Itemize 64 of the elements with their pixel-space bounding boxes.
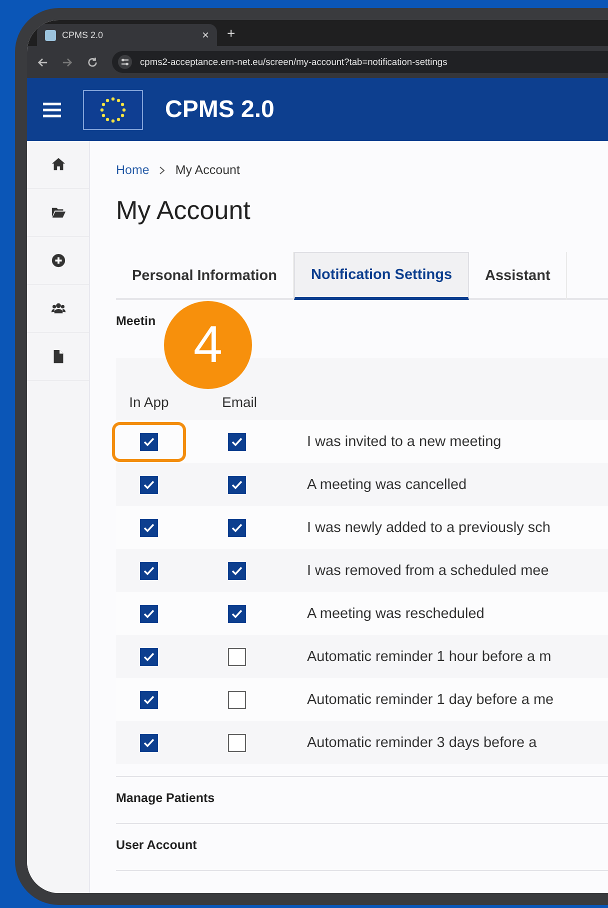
check-icon bbox=[143, 436, 155, 446]
in-app-checkbox[interactable] bbox=[140, 648, 158, 666]
back-icon[interactable] bbox=[37, 56, 48, 68]
home-icon[interactable] bbox=[50, 157, 66, 172]
notification-label: I was removed from a scheduled mee bbox=[307, 562, 549, 578]
check-icon bbox=[143, 608, 155, 618]
notification-label: Automatic reminder 1 day before a me bbox=[307, 692, 554, 708]
check-icon bbox=[231, 436, 243, 446]
email-checkbox[interactable] bbox=[228, 648, 246, 666]
chevron-icon bbox=[159, 166, 166, 174]
in-app-checkbox[interactable] bbox=[140, 604, 158, 622]
notification-label: Automatic reminder 1 hour before a m bbox=[307, 648, 552, 664]
new-tab-button[interactable]: + bbox=[227, 25, 236, 41]
column-header: In App bbox=[128, 394, 170, 410]
forward-icon[interactable] bbox=[62, 56, 73, 68]
email-checkbox[interactable] bbox=[228, 734, 246, 752]
email-checkbox[interactable] bbox=[228, 690, 246, 708]
check-icon bbox=[231, 608, 243, 618]
browser-tab[interactable]: CPMS 2.0 × bbox=[37, 24, 217, 46]
tune-icon[interactable] bbox=[118, 55, 132, 69]
check-icon bbox=[143, 652, 155, 662]
folder-icon[interactable] bbox=[50, 205, 66, 220]
check-icon bbox=[143, 522, 155, 532]
email-checkbox[interactable] bbox=[228, 562, 246, 580]
check-icon bbox=[143, 694, 155, 704]
email-checkbox[interactable] bbox=[228, 432, 246, 450]
check-icon bbox=[143, 738, 155, 748]
users-icon[interactable] bbox=[50, 301, 66, 316]
email-checkbox[interactable] bbox=[228, 476, 246, 494]
favicon-icon bbox=[45, 30, 56, 40]
check-icon bbox=[231, 480, 243, 490]
page-title: My Account bbox=[116, 195, 252, 226]
app-title: CPMS 2.0 bbox=[165, 96, 274, 124]
breadcrumb-current: My Account bbox=[175, 163, 240, 177]
menu-icon[interactable] bbox=[43, 102, 61, 118]
notification-label: I was newly added to a previously sch bbox=[307, 520, 550, 536]
in-app-checkbox[interactable] bbox=[140, 432, 158, 450]
check-icon bbox=[143, 480, 155, 490]
step-badge: 4 bbox=[164, 301, 252, 389]
column-header: Email bbox=[222, 394, 258, 410]
eu-flag-logo bbox=[83, 90, 143, 130]
check-icon bbox=[143, 566, 155, 576]
breadcrumb-link[interactable]: Home bbox=[116, 163, 150, 177]
in-app-checkbox[interactable] bbox=[140, 562, 158, 580]
section-title[interactable]: Manage Patients bbox=[116, 791, 215, 805]
email-checkbox[interactable] bbox=[228, 518, 246, 536]
email-checkbox[interactable] bbox=[228, 604, 246, 622]
in-app-checkbox[interactable] bbox=[140, 690, 158, 708]
in-app-checkbox[interactable] bbox=[140, 476, 158, 494]
tab[interactable]: Notification Settings bbox=[294, 252, 470, 300]
notification-label: Automatic reminder 3 days before a bbox=[307, 734, 537, 750]
address-bar[interactable]: cpms2-acceptance.ern-net.eu/screen/my-account?tab=notification-settings bbox=[112, 51, 608, 73]
section-title[interactable]: Meetin bbox=[116, 314, 156, 328]
tab[interactable]: Assistant bbox=[469, 252, 568, 300]
notification-label: A meeting was cancelled bbox=[307, 476, 467, 492]
notification-label: I was invited to a new meeting bbox=[307, 434, 502, 450]
reload-icon[interactable] bbox=[87, 56, 98, 68]
check-icon bbox=[231, 566, 243, 576]
check-icon bbox=[231, 522, 243, 532]
section-title[interactable]: User Account bbox=[116, 838, 197, 852]
in-app-checkbox[interactable] bbox=[140, 518, 158, 536]
notification-label: A meeting was rescheduled bbox=[307, 606, 484, 622]
plus-circle-icon[interactable] bbox=[50, 253, 66, 268]
in-app-checkbox[interactable] bbox=[140, 734, 158, 752]
